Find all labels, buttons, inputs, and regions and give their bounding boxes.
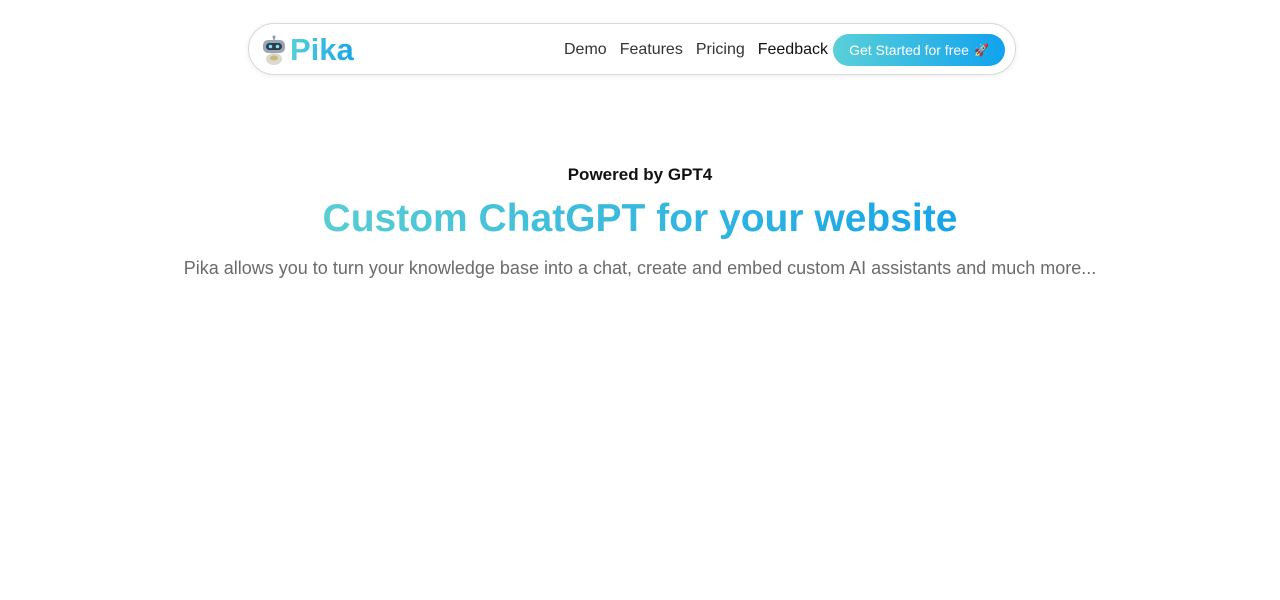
robot-icon (263, 35, 285, 65)
nav-link-features[interactable]: Features (620, 41, 683, 59)
hero-headline: Custom ChatGPT for your website (322, 197, 958, 240)
get-started-label: Get Started for free (849, 42, 969, 58)
brand-home-link[interactable]: Pika (260, 33, 354, 67)
nav-link-feedback[interactable]: Feedback (758, 41, 828, 59)
brand-name: Pika (290, 32, 354, 67)
hero-section: Powered by GPT4 Custom ChatGPT for your … (0, 164, 1280, 280)
top-navbar: Pika Demo Features Pricing Feedback Get … (248, 23, 1016, 75)
nav-link-pricing[interactable]: Pricing (696, 41, 745, 59)
get-started-button[interactable]: Get Started for free 🚀 (833, 34, 1005, 66)
hero-eyebrow: Powered by GPT4 (567, 165, 713, 184)
rocket-icon: 🚀 (973, 43, 989, 57)
hero-subheadline: Pika allows you to turn your knowledge b… (183, 258, 1097, 278)
nav-links: Demo Features Pricing Feedback (564, 24, 841, 76)
nav-link-demo[interactable]: Demo (564, 41, 607, 59)
